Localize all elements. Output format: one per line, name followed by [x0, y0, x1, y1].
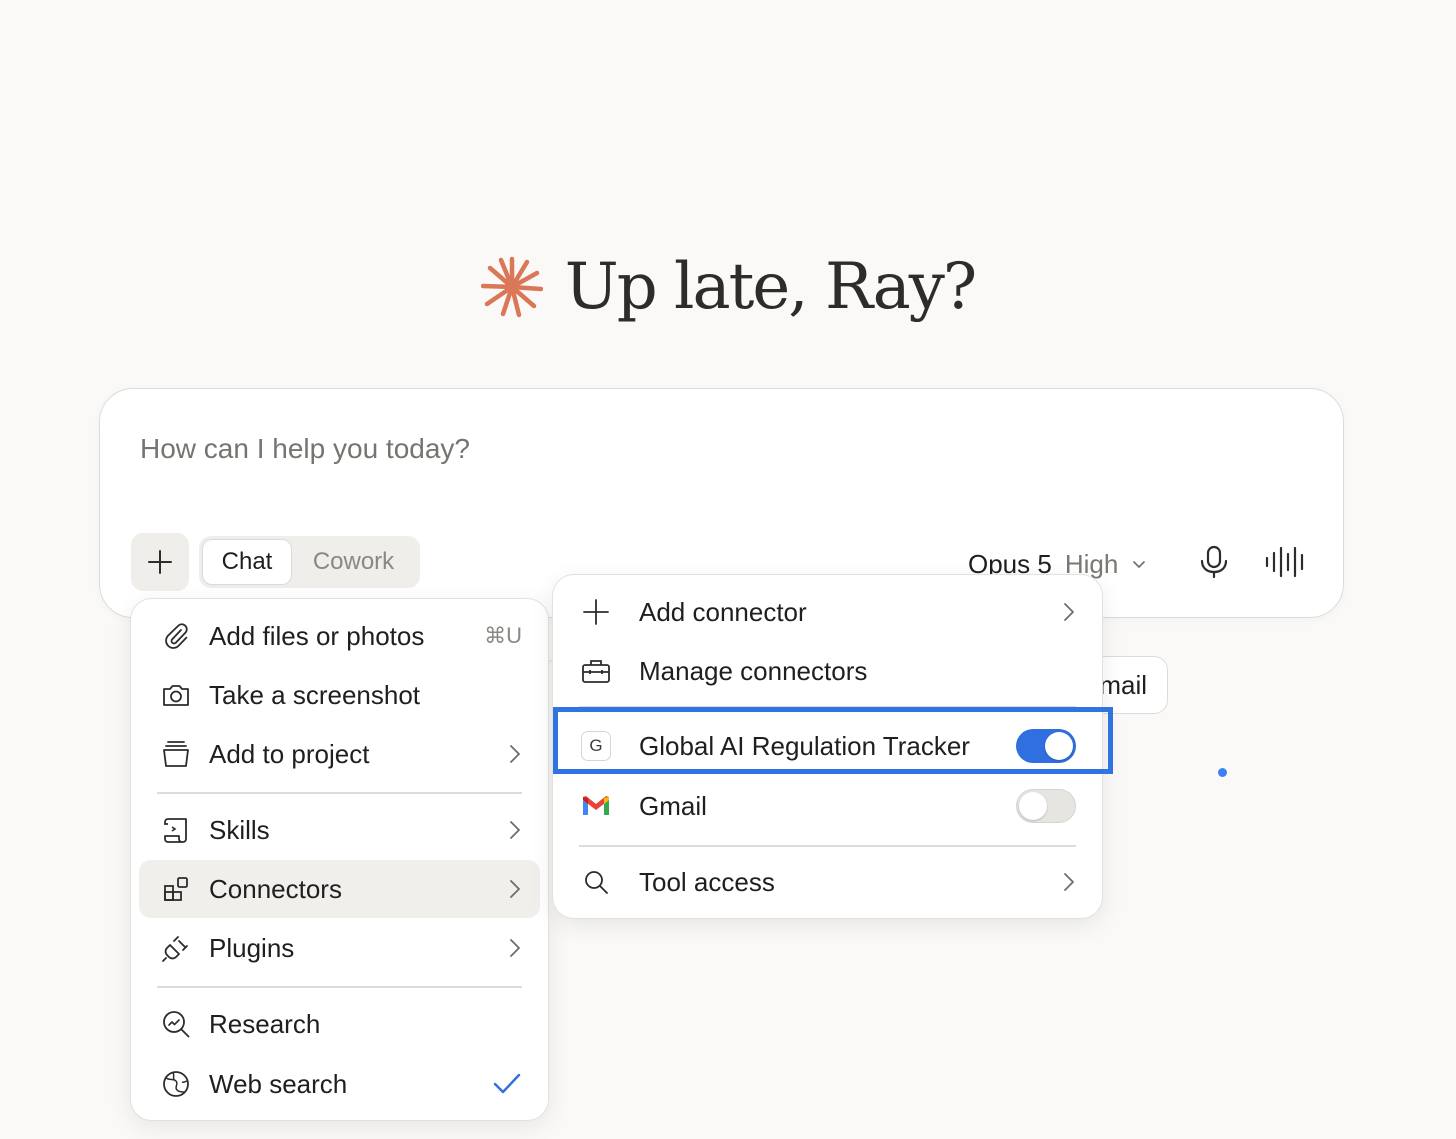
research-icon	[159, 1007, 193, 1041]
menu-item-manage-connectors[interactable]: Manage connectors	[561, 642, 1094, 700]
menu-item-research[interactable]: Research	[139, 995, 540, 1053]
voice-mode-icon[interactable]	[1264, 544, 1308, 580]
toolbox-icon	[579, 654, 613, 688]
menu-item-label: Web search	[209, 1068, 348, 1099]
microphone-icon[interactable]	[1196, 544, 1232, 580]
connector-toggle-on[interactable]	[1016, 729, 1076, 763]
chevron-right-icon	[510, 821, 520, 839]
chevron-right-icon	[1064, 603, 1074, 621]
menu-item-web-search[interactable]: Web search	[139, 1055, 540, 1113]
chevron-right-icon	[1064, 873, 1074, 891]
menu-item-take-screenshot[interactable]: Take a screenshot	[139, 666, 540, 724]
menu-item-label: Add connector	[639, 596, 807, 627]
cursor-dot	[1218, 768, 1227, 777]
menu-item-label: Skills	[209, 814, 270, 845]
mode-toggle: Chat Cowork	[199, 536, 420, 588]
plus-icon	[148, 550, 172, 574]
menu-item-plugins[interactable]: Plugins	[139, 919, 540, 977]
plus-icon	[579, 595, 613, 629]
attach-button[interactable]	[131, 533, 189, 591]
menu-item-label: Global AI Regulation Tracker	[639, 730, 970, 761]
connector-global-ai-regulation-tracker[interactable]: G Global AI Regulation Tracker	[561, 717, 1094, 775]
plug-icon	[159, 931, 193, 965]
attach-menu: Add files or photos ⌘U Take a screenshot…	[130, 598, 549, 1121]
camera-icon	[159, 678, 193, 712]
menu-divider	[157, 986, 522, 988]
menu-item-label: Manage connectors	[639, 655, 868, 686]
globe-icon	[159, 1067, 193, 1101]
scroll-icon	[159, 813, 193, 847]
menu-item-add-to-project[interactable]: Add to project	[139, 725, 540, 783]
checkmark-icon	[493, 1073, 521, 1094]
menu-item-label: Add files or photos	[209, 620, 425, 651]
menu-item-connectors[interactable]: Connectors	[139, 860, 540, 918]
menu-item-label: Gmail	[639, 790, 707, 821]
keyboard-shortcut: ⌘U	[484, 623, 522, 648]
gmail-icon	[579, 789, 613, 823]
menu-item-add-connector[interactable]: Add connector	[561, 583, 1094, 641]
message-input[interactable]: How can I help you today?	[140, 433, 470, 465]
chevron-right-icon	[510, 880, 520, 898]
toggle-knob	[1045, 732, 1073, 760]
connector-logo-icon: G	[581, 731, 611, 761]
connectors-submenu: Add connector Manage connectors G Global…	[552, 574, 1103, 919]
menu-divider	[157, 792, 522, 794]
menu-item-label: Plugins	[209, 932, 295, 963]
menu-item-skills[interactable]: Skills	[139, 801, 540, 859]
starburst-icon	[480, 256, 543, 318]
greeting: Up late, Ray?	[0, 250, 1456, 324]
menu-item-label: Connectors	[209, 873, 342, 904]
suggestion-chip-label: mail	[1099, 669, 1147, 700]
chevron-right-icon	[510, 745, 520, 763]
menu-item-label: Add to project	[209, 738, 370, 769]
search-icon	[579, 865, 613, 899]
connector-gmail[interactable]: Gmail	[561, 777, 1094, 835]
menu-item-label: Research	[209, 1008, 321, 1039]
toggle-knob	[1019, 792, 1047, 820]
mode-cowork-tab[interactable]: Cowork	[291, 540, 416, 584]
menu-item-tool-access[interactable]: Tool access	[561, 853, 1094, 911]
chevron-down-icon	[1133, 561, 1146, 568]
project-box-icon	[159, 737, 193, 771]
chevron-right-icon	[510, 939, 520, 957]
mode-chat-tab[interactable]: Chat	[203, 540, 291, 584]
greeting-title: Up late, Ray?	[564, 250, 977, 324]
menu-item-add-files[interactable]: Add files or photos ⌘U	[139, 607, 540, 665]
menu-item-label: Take a screenshot	[209, 679, 421, 710]
connectors-icon	[159, 872, 193, 906]
paperclip-icon	[159, 619, 193, 653]
menu-divider	[579, 706, 1076, 708]
menu-item-label: Tool access	[639, 866, 775, 897]
menu-divider	[579, 845, 1076, 847]
connector-toggle-off[interactable]	[1016, 789, 1076, 823]
page: Up late, Ray? How can I help you today? …	[0, 0, 1456, 1139]
